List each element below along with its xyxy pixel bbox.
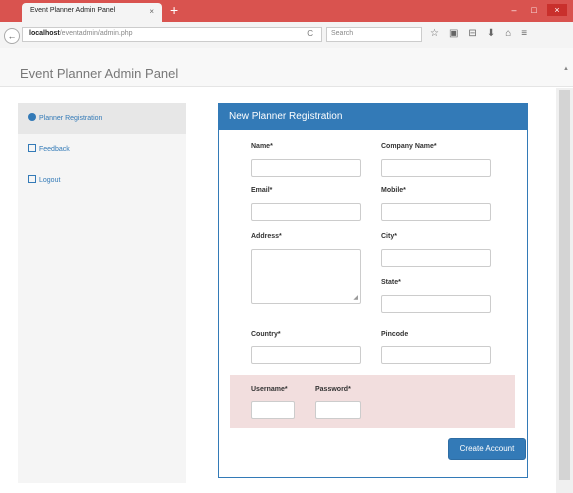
country-label: Country* [251,331,281,338]
browser-search-input[interactable]: Search [326,27,422,42]
scroll-up-icon[interactable]: ▲ [563,66,569,72]
city-field[interactable] [381,249,491,267]
name-label: Name* [251,143,273,150]
reader-view-icon[interactable]: ▣ [449,28,458,39]
sidebar-item-label: Planner Registration [39,115,103,122]
home-icon[interactable]: ⌂ [505,28,511,39]
address-label: Address* [251,233,282,240]
mobile-label: Mobile* [381,187,406,194]
password-label: Password* [315,386,351,393]
menu-icon[interactable]: ≡ [521,28,527,39]
edit-icon [28,144,36,152]
panel-title: New Planner Registration [219,104,527,130]
download-icon[interactable]: ⬇ [487,28,495,39]
tab-title: Event Planner Admin Panel [30,7,116,14]
username-field[interactable] [251,401,295,419]
sidebar-item-feedback[interactable]: Feedback [18,134,186,165]
window-controls: – □ × [507,4,567,16]
reload-icon[interactable]: C [307,29,313,38]
browser-toolbar-icons: ☆ ▣ ⊟ ⬇ ⌂ ≡ [430,28,527,39]
email-field[interactable] [251,203,361,221]
new-tab-icon[interactable]: + [170,2,178,18]
email-label: Email* [251,187,273,194]
username-label: Username* [251,386,288,393]
mobile-field[interactable] [381,203,491,221]
credentials-section: Username* Password* [230,375,515,428]
browser-tab[interactable]: Event Planner Admin Panel × [22,3,162,22]
page-header: Event Planner Admin Panel [0,48,573,87]
tab-close-icon[interactable]: × [149,7,154,16]
address-textarea[interactable]: ◢ [251,249,361,304]
maximize-icon[interactable]: □ [527,4,541,16]
resize-grip-icon[interactable]: ◢ [353,294,358,301]
library-icon[interactable]: ⊟ [468,28,476,39]
search-placeholder: Search [331,30,354,37]
bookmark-star-icon[interactable]: ☆ [430,28,439,39]
name-field[interactable] [251,159,361,177]
registration-panel: New Planner Registration Name* Company N… [218,103,528,478]
company-name-field[interactable] [381,159,491,177]
logout-icon [28,175,36,183]
close-window-icon[interactable]: × [547,4,567,16]
browser-navbar: ← localhost/eventadmin/admin.php C Searc… [0,22,573,49]
create-account-button[interactable]: Create Account [448,438,526,460]
password-field[interactable] [315,401,361,419]
company-name-label: Company Name* [381,143,437,150]
sidebar-item-logout[interactable]: Logout [18,165,186,196]
sidebar: Planner Registration Feedback Logout [18,103,186,483]
sidebar-item-label: Logout [39,177,61,184]
scrollbar-thumb[interactable] [559,90,570,480]
city-label: City* [381,233,397,240]
minimize-icon[interactable]: – [507,4,521,16]
sidebar-item-label: Feedback [39,146,70,153]
state-field[interactable] [381,295,491,313]
brand-title[interactable]: Event Planner Admin Panel [20,66,178,81]
back-arrow-icon[interactable]: ← [4,28,20,44]
address-bar[interactable]: localhost/eventadmin/admin.php C [22,27,322,42]
state-label: State* [381,279,401,286]
browser-titlebar: Event Planner Admin Panel × + – □ × [0,0,573,22]
page-scrollbar[interactable] [556,88,573,493]
user-circle-icon [28,113,36,121]
pincode-label: Pincode [381,331,409,338]
pincode-field[interactable] [381,346,491,364]
url-path: /eventadmin/admin.php [59,30,133,37]
sidebar-item-planner-registration[interactable]: Planner Registration [18,103,186,134]
country-field[interactable] [251,346,361,364]
url-host: localhost [29,30,60,37]
